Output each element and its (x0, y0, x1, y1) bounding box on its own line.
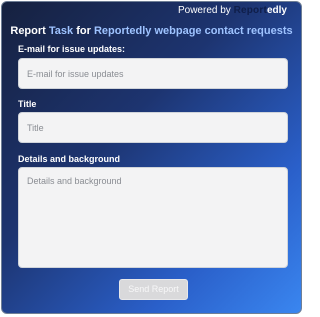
title-label: Title (18, 99, 37, 109)
details-label: Details and background (18, 154, 121, 164)
brand-logo-part1: Report (233, 5, 267, 16)
form-title-part4: Reportedly webpage contact requests (93, 25, 293, 37)
title-field[interactable] (18, 112, 288, 143)
email-field[interactable] (18, 58, 288, 89)
form-title: Report Task for Reportedly webpage conta… (2, 24, 301, 38)
form-title-part2: Task (48, 25, 74, 37)
brand-logo[interactable]: Reportedly (234, 5, 287, 16)
powered-by-text: Powered by (177, 5, 231, 16)
report-widget-panel: Powered by Reportedly Report Task for Re… (1, 1, 302, 314)
form-title-part1: Report (10, 25, 46, 37)
brand-logo-part2: edly (266, 5, 287, 16)
details-field[interactable] (18, 167, 288, 268)
form-title-part3: for (76, 25, 91, 37)
email-label: E-mail for issue updates: (18, 44, 126, 54)
powered-by: Powered by Reportedly (178, 5, 287, 17)
send-report-button[interactable]: Send Report (119, 279, 188, 300)
